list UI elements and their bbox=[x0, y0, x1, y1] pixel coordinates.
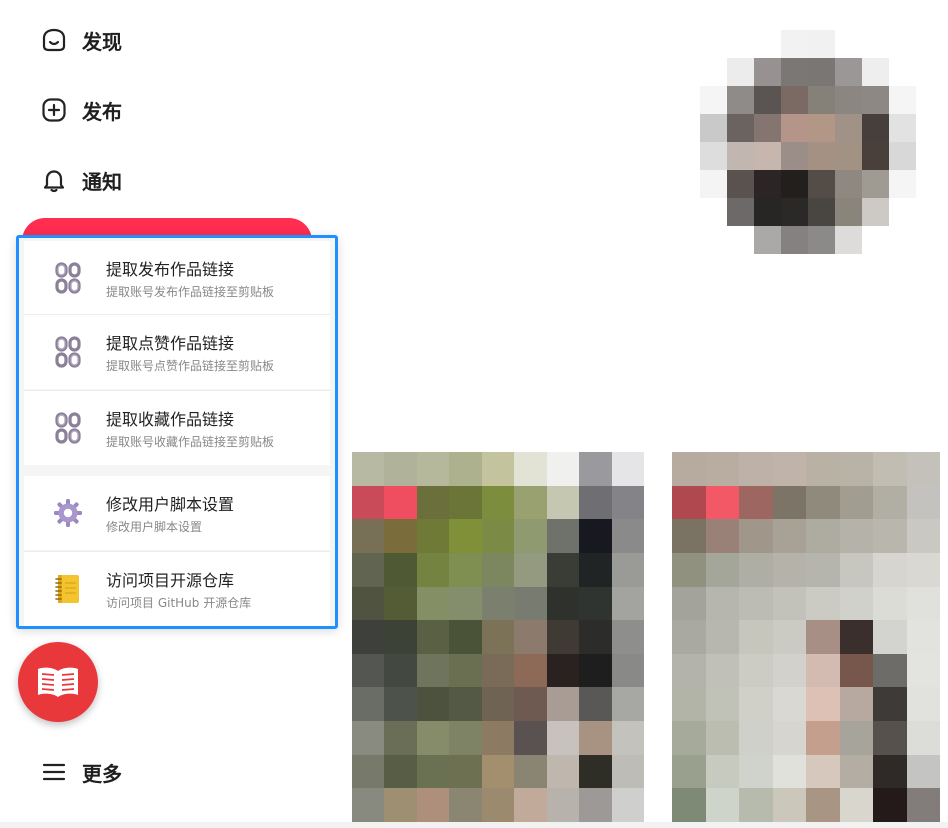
menu-icon bbox=[42, 763, 66, 781]
menu-item-title: 访问项目开源仓库 bbox=[106, 571, 235, 590]
menu-item-extract-posted[interactable]: 提取发布作品链接 提取账号发布作品链接至剪贴板 bbox=[24, 241, 330, 315]
userscript-menu-popup: 提取发布作品链接 提取账号发布作品链接至剪贴板 提取点赞作品链接 提取账号点赞作… bbox=[16, 235, 338, 629]
chain-link-icon bbox=[50, 334, 86, 370]
menu-item-repository[interactable]: 访问项目开源仓库 访问项目 GitHub 开源仓库 bbox=[24, 552, 330, 626]
nav-label-discover: 发现 bbox=[82, 29, 122, 54]
bell-icon bbox=[43, 170, 65, 193]
nav-item-more[interactable]: 更多 bbox=[40, 754, 122, 790]
discover-icon bbox=[42, 28, 66, 52]
nav-item-publish[interactable]: 发布 bbox=[40, 92, 122, 128]
menu-item-subtitle: 修改用户脚本设置 bbox=[106, 520, 203, 534]
menu-item-extract-favorited[interactable]: 提取收藏作品链接 提取账号收藏作品链接至剪贴板 bbox=[24, 391, 330, 465]
avatar bbox=[700, 30, 916, 254]
open-book-icon bbox=[38, 667, 78, 697]
plus-square-icon bbox=[42, 98, 66, 122]
nav-item-notify[interactable]: 通知 bbox=[40, 162, 122, 198]
nav-label-publish: 发布 bbox=[82, 99, 122, 124]
video-thumbnail-2 bbox=[672, 452, 940, 822]
menu-item-title: 提取收藏作品链接 bbox=[106, 410, 235, 429]
notebook-icon bbox=[50, 571, 86, 607]
video-thumbnail-1 bbox=[352, 452, 644, 822]
menu-item-subtitle: 访问项目 GitHub 开源仓库 bbox=[106, 596, 252, 610]
nav-label-more: 更多 bbox=[82, 761, 122, 786]
menu-item-subtitle: 提取账号点赞作品链接至剪贴板 bbox=[106, 359, 275, 373]
gear-icon bbox=[50, 495, 86, 531]
divider bbox=[0, 822, 948, 828]
menu-item-subtitle: 提取账号收藏作品链接至剪贴板 bbox=[106, 435, 275, 449]
chain-link-icon bbox=[50, 260, 86, 296]
nav-item-discover[interactable]: 发现 bbox=[40, 22, 122, 58]
menu-item-extract-liked[interactable]: 提取点赞作品链接 提取账号点赞作品链接至剪贴板 bbox=[24, 315, 330, 389]
menu-item-title: 提取点赞作品链接 bbox=[106, 334, 235, 353]
menu-item-subtitle: 提取账号发布作品链接至剪贴板 bbox=[106, 285, 275, 299]
userscript-menu-button[interactable] bbox=[18, 642, 98, 722]
menu-item-title: 修改用户脚本设置 bbox=[106, 495, 235, 514]
menu-item-title: 提取发布作品链接 bbox=[106, 260, 235, 279]
nav-label-notify: 通知 bbox=[82, 169, 122, 194]
chain-link-icon bbox=[50, 410, 86, 446]
menu-item-settings[interactable]: 修改用户脚本设置 修改用户脚本设置 bbox=[24, 476, 330, 550]
